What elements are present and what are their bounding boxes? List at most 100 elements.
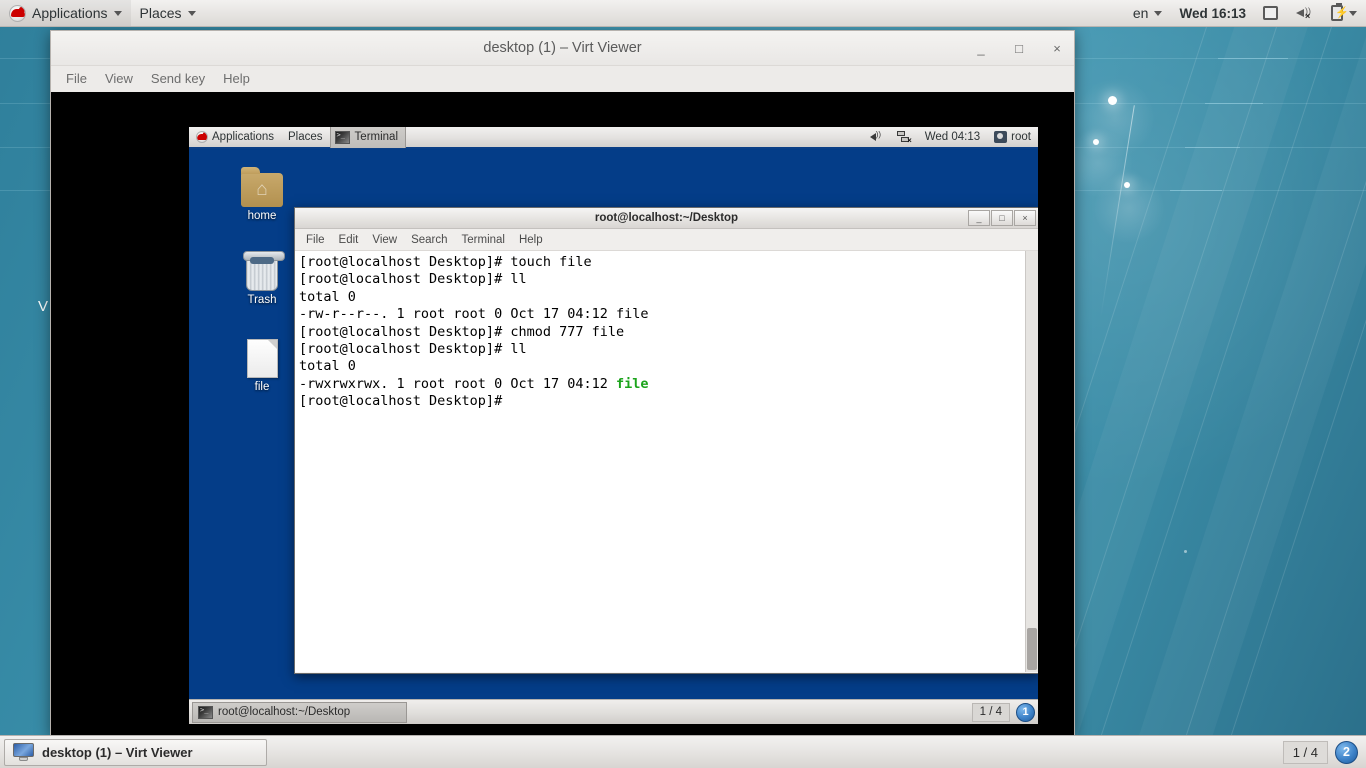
chevron-down-icon [1349, 10, 1357, 16]
wallpaper-tick [1185, 147, 1240, 148]
battery-charging-icon: ⚡ [1331, 3, 1349, 21]
speaker-muted-icon: )) × [1296, 6, 1313, 21]
virt-viewer-title: desktop (1) – Virt Viewer [483, 40, 642, 56]
close-button[interactable]: × [1046, 38, 1068, 60]
wallpaper-tick [1218, 58, 1288, 59]
guest-notification-badge[interactable]: 1 [1016, 702, 1035, 722]
host-battery-tray-button[interactable]: ⚡ [1322, 0, 1366, 26]
redhat-logo-icon [9, 4, 26, 22]
host-applications-label: Applications [32, 5, 108, 21]
desktop-icon-home[interactable]: ⌂ home [230, 167, 294, 222]
menu-file[interactable]: File [57, 68, 96, 89]
terminal-scrollbar-thumb[interactable] [1027, 628, 1037, 670]
wallpaper-dot [1108, 96, 1117, 105]
terminal-window: root@localhost:~/Desktop _ □ × File Edit… [294, 207, 1038, 674]
virt-viewer-window: desktop (1) – Virt Viewer _ □ × File Vie… [50, 30, 1075, 736]
host-top-panel: Applications Places en Wed 16:13 )) × ⚡ [0, 0, 1366, 27]
terminal-maximize-button[interactable]: □ [991, 210, 1013, 226]
terminal-menu-edit[interactable]: Edit [332, 231, 366, 249]
chevron-down-icon [1154, 10, 1163, 16]
guest-applications-label: Applications [212, 131, 275, 143]
terminal-icon [198, 705, 213, 719]
terminal-menu-search[interactable]: Search [404, 231, 454, 249]
terminal-icon [334, 130, 350, 144]
wallpaper-tick [1170, 190, 1222, 191]
guest-window-list-label: Terminal [354, 131, 399, 143]
host-screen-tray-button[interactable] [1254, 0, 1287, 26]
terminal-title: root@localhost:~/Desktop [594, 212, 739, 224]
guest-display-area[interactable]: Applications Places Terminal )) × [51, 92, 1074, 735]
speaker-icon: )) [869, 131, 883, 143]
guest-user-label: root [1011, 131, 1031, 143]
host-keyboard-layout-indicator[interactable]: en [1124, 0, 1172, 26]
home-folder-icon: ⌂ [241, 167, 283, 207]
desktop-icon-label: Trash [247, 294, 277, 306]
host-volume-tray-button[interactable]: )) × [1287, 0, 1322, 26]
guest-desktop[interactable]: Applications Places Terminal )) × [189, 127, 1038, 724]
document-file-icon [246, 339, 278, 378]
menu-help[interactable]: Help [214, 68, 259, 89]
guest-window-list-terminal[interactable]: Terminal [329, 127, 407, 148]
desktop-icon-label: home [247, 210, 277, 222]
terminal-menu-file[interactable]: File [299, 231, 332, 249]
host-taskbar-window-label: desktop (1) – Virt Viewer [42, 744, 193, 760]
menu-view[interactable]: View [96, 68, 142, 89]
terminal-menu-view[interactable]: View [365, 231, 404, 249]
terminal-close-button[interactable]: × [1014, 210, 1036, 226]
background-window-title-edge: V [38, 298, 49, 315]
terminal-menu-help[interactable]: Help [512, 231, 550, 249]
terminal-scrollbar[interactable] [1025, 251, 1038, 672]
screen-icon [1263, 6, 1278, 20]
host-workspace-indicator[interactable]: 1 / 4 [1282, 740, 1328, 764]
desktop-icon-label: file [254, 381, 270, 393]
desktop-icon-trash[interactable]: Trash [230, 251, 294, 306]
host-applications-menu[interactable]: Applications [0, 0, 131, 26]
terminal-output-pre: [root@localhost Desktop]# touch file [ro… [299, 254, 649, 392]
keyboard-layout-label: en [1132, 5, 1149, 21]
desktop-icon-file[interactable]: file [230, 339, 294, 393]
guest-places-menu[interactable]: Places [281, 127, 330, 147]
guest-taskbar: root@localhost:~/Desktop 1 / 4 1 [189, 699, 1038, 724]
wallpaper-dot [1184, 550, 1187, 553]
menu-send-key[interactable]: Send key [142, 68, 214, 89]
terminal-minimize-button[interactable]: _ [968, 210, 990, 226]
host-places-label: Places [139, 5, 182, 21]
virt-viewer-menubar: File View Send key Help [51, 66, 1074, 91]
terminal-body[interactable]: [root@localhost Desktop]# touch file [ro… [295, 251, 1038, 672]
network-disconnected-icon: × [896, 131, 912, 145]
redhat-logo-icon [196, 131, 208, 143]
terminal-titlebar[interactable]: root@localhost:~/Desktop _ □ × [295, 208, 1038, 229]
guest-workspace-indicator[interactable]: 1 / 4 [971, 702, 1010, 722]
host-clock[interactable]: Wed 16:13 [1171, 6, 1254, 21]
terminal-menu-terminal[interactable]: Terminal [455, 231, 512, 249]
virt-viewer-window-controls: _ □ × [970, 31, 1068, 66]
guest-clock[interactable]: Wed 04:13 [918, 127, 987, 147]
guest-taskbar-window-button[interactable]: root@localhost:~/Desktop [192, 701, 407, 723]
wallpaper-dot [1093, 139, 1099, 145]
user-icon [994, 131, 1008, 143]
terminal-menubar: File Edit View Search Terminal Help [295, 229, 1038, 251]
guest-volume-tray-button[interactable]: )) [863, 127, 890, 147]
chevron-down-icon [187, 10, 196, 16]
monitor-icon [13, 743, 34, 761]
terminal-executable-filename: file [615, 375, 649, 392]
host-notification-badge[interactable]: 2 [1335, 740, 1358, 764]
terminal-output[interactable]: [root@localhost Desktop]# touch file [ro… [295, 251, 1025, 672]
terminal-output-post: [root@localhost Desktop]# [299, 393, 503, 410]
host-taskbar: desktop (1) – Virt Viewer 1 / 4 2 [0, 735, 1366, 768]
guest-top-panel: Applications Places Terminal )) × [189, 127, 1038, 149]
terminal-window-controls: _ □ × [968, 210, 1036, 226]
guest-places-label: Places [288, 131, 323, 143]
trash-icon [243, 251, 285, 291]
host-taskbar-window-button[interactable]: desktop (1) – Virt Viewer [4, 738, 267, 766]
virt-viewer-titlebar[interactable]: desktop (1) – Virt Viewer _ □ × [51, 31, 1074, 66]
guest-user-menu[interactable]: root [987, 127, 1038, 147]
maximize-button[interactable]: □ [1008, 38, 1030, 60]
guest-network-tray-button[interactable]: × [890, 127, 918, 147]
guest-applications-menu[interactable]: Applications [189, 127, 281, 147]
chevron-down-icon [113, 10, 122, 16]
minimize-button[interactable]: _ [970, 38, 992, 60]
host-places-menu[interactable]: Places [131, 0, 205, 26]
wallpaper-dot [1124, 182, 1130, 188]
guest-taskbar-window-label: root@localhost:~/Desktop [218, 706, 351, 718]
